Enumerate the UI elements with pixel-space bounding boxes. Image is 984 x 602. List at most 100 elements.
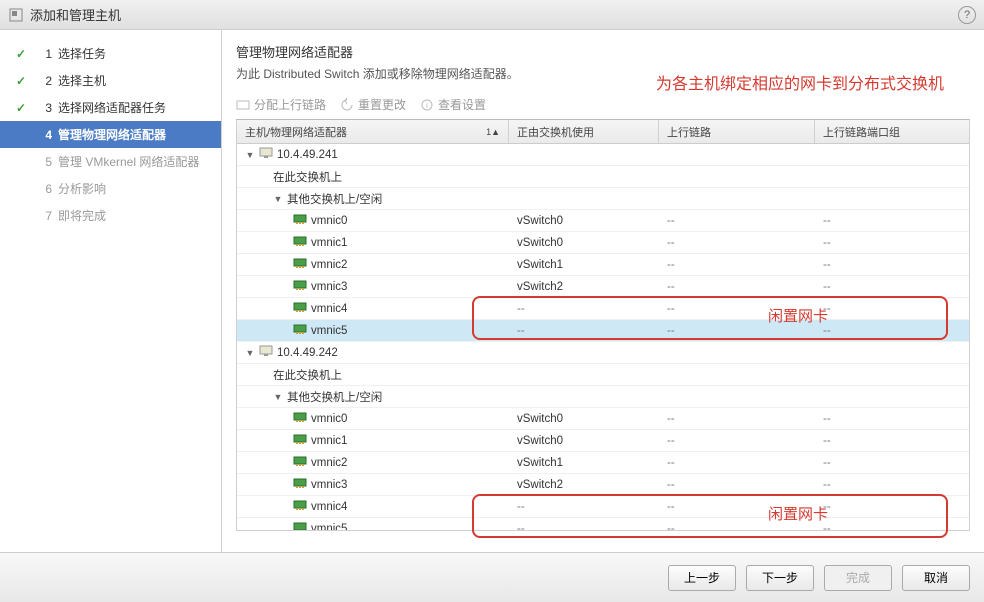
nic-name: vmnic1	[311, 237, 347, 249]
window-title: 添加和管理主机	[30, 5, 958, 24]
nic-group: --	[823, 479, 831, 491]
otherswitch-row[interactable]: ▼其他交换机上/空闲	[237, 386, 969, 408]
nic-row[interactable]: vmnic1vSwitch0----	[237, 430, 969, 452]
nic-uplink: --	[667, 281, 675, 293]
step-5: 5管理 VMkernel 网络适配器	[0, 148, 221, 175]
nic-row[interactable]: vmnic2vSwitch1----	[237, 254, 969, 276]
expand-icon[interactable]: ▼	[273, 194, 283, 204]
footer: 上一步 下一步 完成 取消	[0, 552, 984, 602]
titlebar: 添加和管理主机 ?	[0, 0, 984, 30]
col-uplink[interactable]: 上行链路	[659, 120, 815, 143]
back-button[interactable]: 上一步	[668, 565, 736, 591]
nic-row[interactable]: vmnic4------	[237, 298, 969, 320]
host-row[interactable]: ▼10.4.49.242	[237, 342, 969, 364]
expand-icon[interactable]: ▼	[245, 150, 255, 160]
nic-icon	[293, 433, 307, 448]
host-icon	[259, 147, 273, 162]
wizard-icon	[8, 7, 24, 23]
nic-icon	[293, 257, 307, 272]
view-settings-button[interactable]: i 查看设置	[420, 96, 486, 113]
nic-group: --	[823, 215, 831, 227]
nic-group: --	[823, 237, 831, 249]
nic-name: vmnic0	[311, 215, 347, 227]
svg-text:i: i	[426, 101, 428, 110]
step-2[interactable]: ✓2选择主机	[0, 67, 221, 94]
nic-group: --	[823, 435, 831, 447]
nic-icon	[293, 279, 307, 294]
nic-uplink: --	[667, 325, 675, 337]
toolbar: 分配上行链路 重置更改 i 查看设置	[236, 90, 970, 119]
nic-name: vmnic5	[311, 325, 347, 337]
nic-uplink: --	[667, 303, 675, 315]
step-4[interactable]: 4管理物理网络适配器	[0, 121, 221, 148]
col-name[interactable]: 主机/物理网络适配器1▲	[237, 120, 509, 143]
info-icon: i	[420, 98, 434, 112]
otherswitch-row[interactable]: ▼ 其他交换机上/空闲	[237, 188, 969, 210]
nic-row[interactable]: vmnic5------	[237, 320, 969, 342]
cancel-button[interactable]: 取消	[902, 565, 970, 591]
next-button[interactable]: 下一步	[746, 565, 814, 591]
nic-row[interactable]: vmnic5------	[237, 518, 969, 530]
assign-icon	[236, 98, 250, 112]
col-group[interactable]: 上行链路端口组	[815, 120, 969, 143]
nic-icon	[293, 477, 307, 492]
page-heading: 管理物理网络适配器	[236, 42, 970, 61]
nic-group: --	[823, 281, 831, 293]
nic-row[interactable]: vmnic3 vSwitch2 -- --	[237, 276, 969, 298]
nic-name: vmnic5	[311, 523, 347, 531]
nic-name: vmnic3	[311, 479, 347, 491]
nic-icon	[293, 235, 307, 250]
nic-icon	[293, 213, 307, 228]
nic-group: --	[823, 413, 831, 425]
nic-use: vSwitch0	[517, 215, 563, 227]
nic-icon	[293, 455, 307, 470]
nic-use: vSwitch1	[517, 259, 563, 271]
nic-uplink: --	[667, 501, 675, 513]
nic-name: vmnic4	[311, 303, 347, 315]
nic-use: vSwitch2	[517, 281, 563, 293]
check-icon: ✓	[16, 74, 30, 88]
nic-uplink: --	[667, 215, 675, 227]
nic-table: 主机/物理网络适配器1▲ 正由交换机使用 上行链路 上行链路端口组 ▼10.4.…	[236, 119, 970, 531]
nic-name: vmnic2	[311, 457, 347, 469]
onswitch-label: 在此交换机上	[273, 169, 342, 185]
reset-changes-button[interactable]: 重置更改	[340, 96, 406, 113]
nic-row[interactable]: vmnic0 vSwitch0 -- --	[237, 210, 969, 232]
step-1[interactable]: ✓1选择任务	[0, 40, 221, 67]
annotation-idle-2: 闲置网卡	[768, 503, 828, 524]
nic-group: --	[823, 325, 831, 337]
nic-name: vmnic4	[311, 501, 347, 513]
col-use[interactable]: 正由交换机使用	[509, 120, 659, 143]
otherswitch-label: 其他交换机上/空闲	[287, 191, 382, 207]
onswitch-row[interactable]: 在此交换机上	[237, 364, 969, 386]
check-icon: ✓	[16, 47, 30, 61]
finish-button: 完成	[824, 565, 892, 591]
assign-uplink-button[interactable]: 分配上行链路	[236, 96, 326, 113]
nic-row[interactable]: vmnic2vSwitch1----	[237, 452, 969, 474]
nic-uplink: --	[667, 413, 675, 425]
help-icon[interactable]: ?	[958, 6, 976, 24]
nic-uplink: --	[667, 259, 675, 271]
nic-uplink: --	[667, 457, 675, 469]
nic-row[interactable]: vmnic4------	[237, 496, 969, 518]
main-panel: 管理物理网络适配器 为此 Distributed Switch 添加或移除物理网…	[222, 30, 984, 552]
nic-row[interactable]: vmnic0 vSwitch0 -- --	[237, 408, 969, 430]
step-6: 6分析影响	[0, 175, 221, 202]
annotation-top: 为各主机绑定相应的网卡到分布式交换机	[656, 70, 944, 94]
nic-row[interactable]: vmnic3vSwitch2----	[237, 474, 969, 496]
expand-icon[interactable]: ▼	[245, 348, 255, 358]
host-row[interactable]: ▼10.4.49.241	[237, 144, 969, 166]
nic-icon	[293, 521, 307, 530]
nic-name: vmnic3	[311, 281, 347, 293]
nic-row[interactable]: vmnic1vSwitch0----	[237, 232, 969, 254]
onswitch-row[interactable]: 在此交换机上	[237, 166, 969, 188]
nic-use: vSwitch0	[517, 413, 563, 425]
nic-uplink: --	[667, 435, 675, 447]
step-3[interactable]: ✓3选择网络适配器任务	[0, 94, 221, 121]
nic-icon	[293, 301, 307, 316]
onswitch-label: 在此交换机上	[273, 367, 342, 383]
expand-icon[interactable]: ▼	[273, 392, 283, 402]
nic-uplink: --	[667, 523, 675, 531]
nic-name: vmnic1	[311, 435, 347, 447]
nic-name: vmnic0	[311, 413, 347, 425]
